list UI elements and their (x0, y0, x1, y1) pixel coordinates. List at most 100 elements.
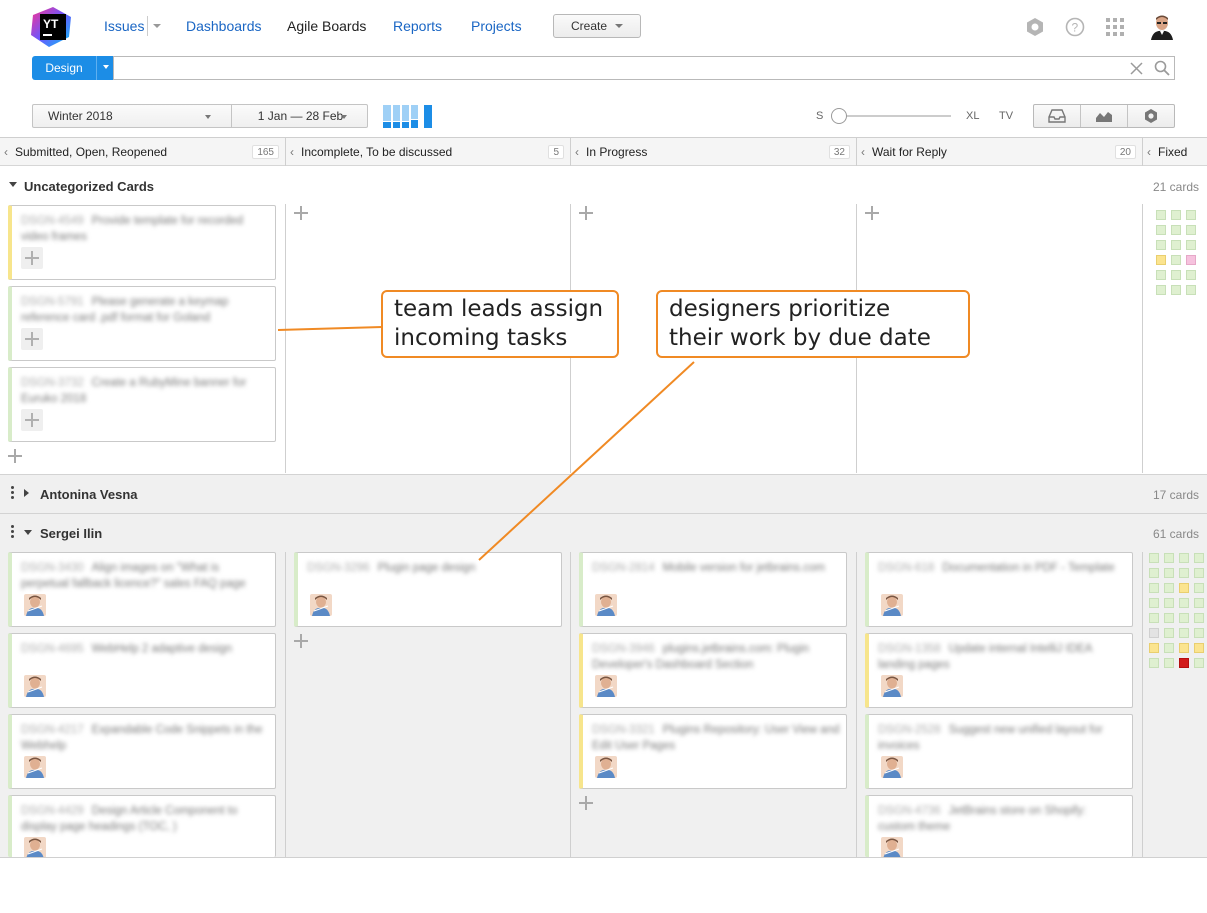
card-text: DSGN-4217 Expandable Code Snippets in the… (21, 724, 263, 752)
assign-plus-icon[interactable] (21, 409, 43, 431)
collapse-triangle-icon[interactable] (9, 182, 17, 191)
column-title: Submitted, Open, Reopened (15, 145, 168, 159)
sprint-date-range[interactable]: 1 Jan — 28 Feb (233, 105, 368, 127)
column-title: Fixed (1158, 145, 1188, 159)
collapse-triangle-icon[interactable] (24, 530, 32, 539)
assignee-avatar[interactable] (881, 837, 903, 857)
issue-card[interactable]: DSGN-3430 Align images on "What is perpet… (8, 552, 276, 627)
assignee-avatar[interactable] (24, 837, 46, 857)
expand-triangle-icon[interactable] (24, 489, 33, 497)
chevron-left-icon[interactable]: ‹ (290, 138, 294, 166)
assignee-avatar[interactable] (595, 594, 617, 616)
tv-mode-label[interactable]: TV (999, 110, 1013, 122)
nav-agile-boards[interactable]: Agile Boards (287, 18, 366, 34)
nav-dashboards[interactable]: Dashboards (186, 18, 262, 34)
issue-card[interactable]: DSGN-4695 WebHelp 2 adaptive design (8, 633, 276, 708)
sprint-selector[interactable]: Winter 2018 1 Jan — 28 Feb (32, 104, 368, 128)
assignee-avatar[interactable] (881, 675, 903, 697)
assignee-avatar[interactable] (24, 594, 46, 616)
assignee-avatar[interactable] (595, 675, 617, 697)
gear-icon[interactable] (1024, 16, 1046, 38)
card-text: DSGN-3732 Create a RubyMine banner for Eu… (21, 377, 247, 405)
card-text: DSGN-1358 Update internal IntelliJ IDEA l… (878, 643, 1092, 671)
issue-card[interactable]: DSGN-3732 Create a RubyMine banner for Eu… (8, 367, 276, 442)
assignee-avatar[interactable] (881, 756, 903, 778)
column-divider (285, 204, 286, 473)
nav-reports[interactable]: Reports (393, 18, 442, 34)
issue-card[interactable]: DSGN-5791 Please generate a keymap refere… (8, 286, 276, 361)
card-text: DSGN-3430 Align images on "What is perpet… (21, 562, 246, 590)
assignee-avatar[interactable] (310, 594, 332, 616)
issue-card[interactable]: DSGN-4429 Design Article Component to dis… (8, 795, 276, 857)
drag-handle-icon[interactable] (11, 525, 14, 540)
svg-text:?: ? (1072, 21, 1079, 35)
drag-handle-icon[interactable] (11, 486, 14, 501)
issue-card[interactable]: DSGN-3321 Plugins Repository: User View a… (579, 714, 847, 789)
close-icon[interactable] (1130, 62, 1143, 75)
issue-card[interactable]: DSGN-1358 Update internal IntelliJ IDEA l… (865, 633, 1133, 708)
chevron-down-icon[interactable] (96, 56, 114, 80)
chevron-left-icon[interactable]: ‹ (4, 138, 8, 166)
search-icon[interactable] (1154, 60, 1170, 76)
assign-plus-icon[interactable] (21, 328, 43, 350)
swimlane-title: Antonina Vesna (40, 487, 138, 502)
card-size-slider-track[interactable] (839, 115, 951, 117)
column-divider (285, 552, 286, 857)
board-settings-button[interactable] (1128, 105, 1174, 127)
swimlane-antonina[interactable]: Antonina Vesna 17 cards (0, 474, 1207, 513)
nav-projects[interactable]: Projects (471, 18, 522, 34)
apps-grid-icon[interactable] (1104, 16, 1126, 38)
column-header-in-progress[interactable]: ‹ In Progress 32 (571, 138, 857, 166)
backlog-button[interactable] (1034, 105, 1081, 127)
issue-card[interactable]: DSGN-2528 Suggest new unified layout for … (865, 714, 1133, 789)
column-header-wait-for-reply[interactable]: ‹ Wait for Reply 20 (857, 138, 1143, 166)
assign-plus-icon[interactable] (21, 247, 43, 269)
issue-card[interactable]: DSGN-4549 Provide template for recorded v… (8, 205, 276, 280)
chevron-left-icon[interactable]: ‹ (1147, 138, 1151, 166)
column-header-fixed[interactable]: ‹ Fixed (1143, 138, 1207, 166)
assignee-avatar[interactable] (24, 756, 46, 778)
add-card-plus-icon[interactable] (294, 634, 308, 648)
search-input[interactable] (113, 56, 1175, 80)
add-card-plus-icon[interactable] (294, 206, 308, 220)
assignee-avatar[interactable] (24, 675, 46, 697)
add-card-plus-icon[interactable] (865, 206, 879, 220)
chevron-left-icon[interactable]: ‹ (861, 138, 865, 166)
column-title: In Progress (586, 145, 648, 159)
card-size-xl-label[interactable]: XL (966, 110, 979, 122)
issues-dropdown-caret[interactable] (147, 16, 161, 36)
youtrack-logo[interactable]: YT (31, 7, 73, 47)
chevron-left-icon[interactable]: ‹ (575, 138, 579, 166)
assignee-avatar[interactable] (881, 594, 903, 616)
swimlane-title: Sergei Ilin (40, 526, 103, 541)
card-size-slider-handle[interactable] (831, 108, 847, 124)
assignee-avatar[interactable] (595, 756, 617, 778)
column-header-submitted[interactable]: ‹ Submitted, Open, Reopened 165 (0, 138, 286, 166)
sprint-name[interactable]: Winter 2018 (33, 105, 232, 127)
issue-card[interactable]: DSGN-4217 Expandable Code Snippets in the… (8, 714, 276, 789)
fixed-cards-minimap[interactable] (1156, 210, 1196, 295)
issue-card[interactable]: DSGN-3296 Plugin page design (294, 552, 562, 627)
fixed-cards-minimap[interactable] (1149, 553, 1204, 668)
user-avatar[interactable] (1149, 14, 1175, 40)
column-header-incomplete[interactable]: ‹ Incomplete, To be discussed 5 (286, 138, 571, 166)
card-text: DSGN-3321 Plugins Repository: User View a… (592, 724, 840, 752)
report-chart-button[interactable] (1081, 105, 1128, 127)
card-size-small-label[interactable]: S (816, 110, 823, 122)
issue-card[interactable]: DSGN-4736 JetBrains store on Shopify: cus… (865, 795, 1133, 857)
issue-card[interactable]: DSGN-618 Documentation in PDF - Template (865, 552, 1133, 627)
agile-board-page: YT Issues Dashboards Agile Boards Report… (0, 0, 1207, 913)
swimlane-sergei-header[interactable]: Sergei Ilin 61 cards (0, 513, 1207, 552)
add-card-plus-icon[interactable] (579, 206, 593, 220)
help-icon[interactable]: ? (1064, 16, 1086, 38)
add-card-plus-icon[interactable] (8, 449, 22, 463)
card-text: DSGN-4429 Design Article Component to dis… (21, 805, 238, 833)
issue-card[interactable]: DSGN-2814 Mobile version for jetbrains.co… (579, 552, 847, 627)
sprint-chart-icon[interactable] (383, 105, 433, 128)
search-context-button[interactable]: Design (32, 56, 114, 80)
create-button[interactable]: Create (553, 14, 641, 38)
nav-issues[interactable]: Issues (104, 18, 144, 34)
issue-card[interactable]: DSGN-3946 plugins.jetbrains.com: Plugin D… (579, 633, 847, 708)
column-header-row: ‹ Submitted, Open, Reopened 165 ‹ Incomp… (0, 137, 1207, 166)
add-card-plus-icon[interactable] (579, 796, 593, 810)
